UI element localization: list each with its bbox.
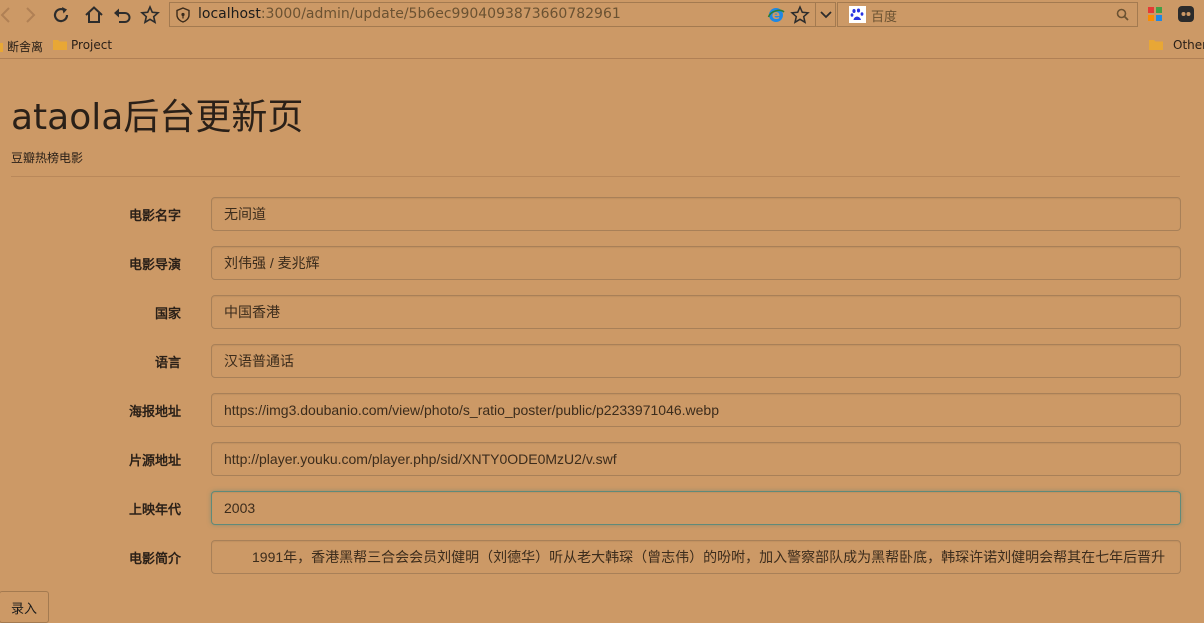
forward-button[interactable] [18, 3, 42, 27]
page-subtitle: 豆瓣热榜电影 [11, 151, 84, 165]
country-label: 国家 [154, 307, 181, 322]
movie-director-label: 电影导演 [128, 258, 181, 273]
movie-title-label: 电影名字 [128, 209, 181, 224]
summary-textarea[interactable]: 1991年，香港黑帮三合会会员刘健明（刘德华）听从老大韩琛（曾志伟）的吩咐，加入… [211, 540, 1181, 574]
home-icon [85, 6, 103, 23]
form-row-summary: 电影简介 1991年，香港黑帮三合会会员刘健明（刘德华）听从老大韩琛（曾志伟）的… [0, 540, 1204, 574]
other-bookmarks-label: Other [1173, 38, 1204, 52]
summary-label: 电影简介 [128, 552, 181, 567]
other-bookmarks[interactable]: Other [1149, 38, 1204, 52]
bookmark-star-button[interactable] [138, 3, 162, 27]
form-row-year: 上映年代 [0, 491, 1204, 525]
ie-compat-icon[interactable]: e [767, 6, 785, 24]
search-icon[interactable] [1116, 8, 1129, 21]
country-input[interactable] [211, 295, 1181, 329]
folder-icon [53, 40, 67, 50]
submit-button[interactable]: 录入 [0, 591, 49, 623]
apps-grid-icon[interactable] [1147, 6, 1163, 22]
source-url-label: 片源地址 [128, 454, 181, 469]
favorite-star-icon[interactable] [790, 5, 810, 25]
search-bar[interactable]: 百度 [837, 2, 1138, 27]
movie-director-input[interactable] [211, 246, 1181, 280]
undo-icon [114, 8, 131, 23]
reload-button[interactable] [49, 3, 73, 27]
back-arrow-icon [0, 7, 10, 23]
search-placeholder: 百度 [871, 10, 898, 25]
language-input[interactable] [211, 344, 1181, 378]
bookmark-label: Project [71, 38, 113, 52]
bookmark-label: 断舍离 [7, 40, 44, 54]
folder-icon [1149, 40, 1163, 50]
security-shield-icon [176, 7, 190, 23]
extension-icon[interactable] [1176, 4, 1196, 24]
url-text: localhost:3000/admin/update/5b6ec9904093… [198, 6, 621, 22]
form-row-poster: 海报地址 [0, 393, 1204, 427]
folder-icon [0, 42, 3, 52]
baidu-paw-icon [849, 6, 866, 23]
form-row-title: 电影名字 [0, 197, 1204, 231]
url-path: :3000/admin/update/5b6ec9904093873660782… [260, 6, 621, 22]
reload-icon [53, 7, 69, 23]
browser-toolbar: localhost:3000/admin/update/5b6ec9904093… [0, 0, 1204, 30]
source-url-input[interactable] [211, 442, 1181, 476]
release-year-label: 上映年代 [128, 503, 181, 518]
movie-title-input[interactable] [211, 197, 1181, 231]
form-row-source: 片源地址 [0, 442, 1204, 476]
poster-url-label: 海报地址 [128, 405, 181, 420]
form-row-country: 国家 [0, 295, 1204, 329]
page-header: ataola后台更新页 豆瓣热榜电影 [11, 96, 1180, 177]
language-label: 语言 [154, 356, 181, 371]
forward-arrow-icon [26, 7, 36, 23]
page-title: ataola后台更新页 [11, 97, 304, 138]
star-outline-icon [140, 5, 160, 24]
address-bar[interactable]: localhost:3000/admin/update/5b6ec9904093… [169, 2, 836, 27]
address-dropdown-button[interactable] [815, 3, 836, 26]
chevron-down-icon [820, 10, 832, 18]
poster-url-input[interactable] [211, 393, 1181, 427]
release-year-input[interactable] [211, 491, 1181, 525]
form-row-director: 电影导演 [0, 246, 1204, 280]
back-button[interactable] [0, 3, 18, 27]
bookmark-item[interactable]: Project [53, 38, 112, 52]
bookmarks-bar: 断舍离 Project Other [0, 31, 1204, 59]
url-host: localhost [198, 6, 261, 22]
form-row-language: 语言 [0, 344, 1204, 378]
bookmark-item[interactable]: 断舍离 [0, 38, 43, 55]
home-button[interactable] [82, 3, 106, 27]
undo-button[interactable] [110, 3, 134, 27]
